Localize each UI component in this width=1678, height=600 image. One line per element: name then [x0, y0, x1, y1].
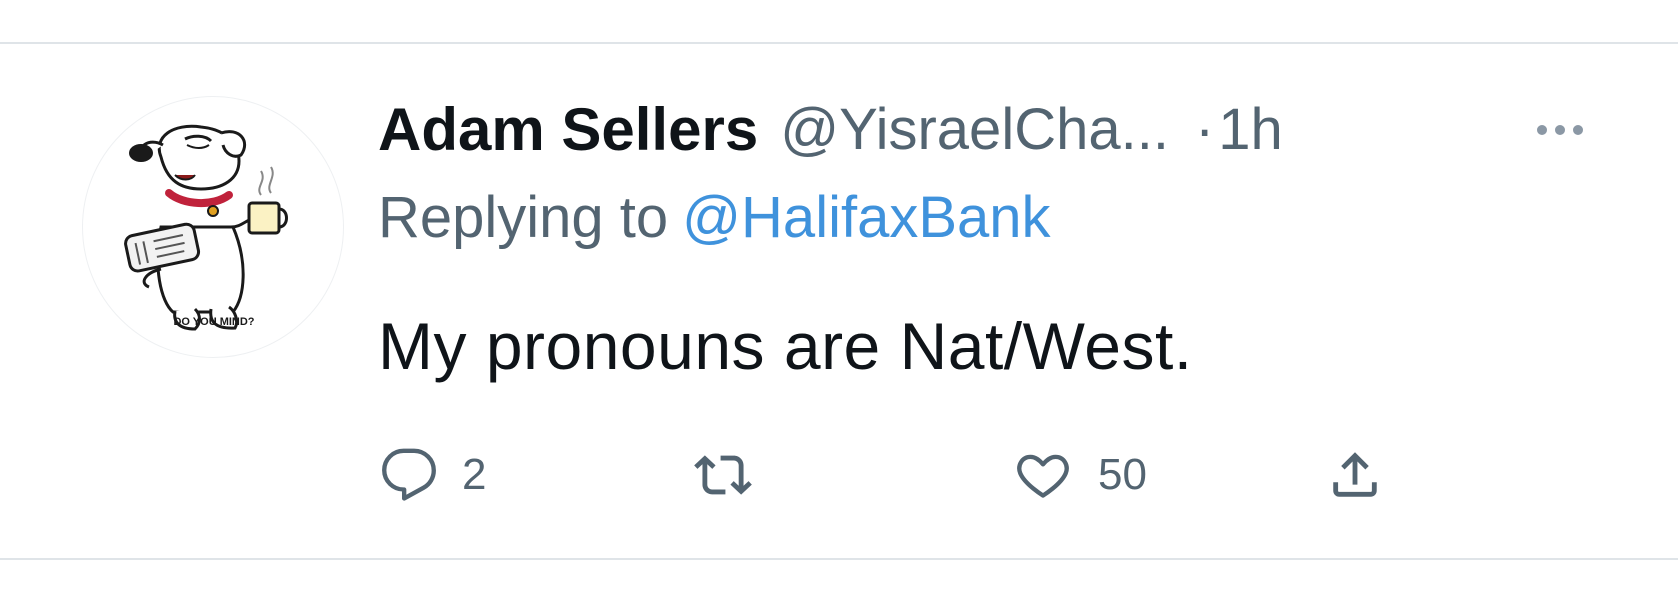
replying-to-label: Replying to — [378, 185, 669, 250]
heart-icon — [1017, 454, 1069, 498]
ellipsis-icon — [1537, 125, 1583, 135]
author-handle[interactable]: @YisraelCha... — [780, 96, 1169, 163]
upload-arrow-icon — [1333, 452, 1377, 497]
replying-to-link[interactable]: @HalifaxBank — [682, 185, 1050, 250]
reply-count: 2 — [462, 450, 487, 499]
author-display-name[interactable]: Adam Sellers — [378, 95, 758, 164]
tweet-text: My pronouns are Nat/West. — [378, 309, 1193, 383]
tweet[interactable]: DO YOU MIND? Adam Sellers @YisraelCha...… — [0, 44, 1678, 558]
dog-avatar-illustration: DO YOU MIND? — [124, 124, 288, 331]
tweet-timestamp[interactable]: 1h — [1218, 96, 1283, 163]
retweet-button[interactable] — [692, 440, 778, 510]
more-options-button[interactable] — [1532, 110, 1592, 150]
like-count: 50 — [1098, 450, 1147, 499]
share-button[interactable] — [1326, 440, 1384, 510]
like-button[interactable]: 50 — [1012, 440, 1147, 510]
bottom-divider — [0, 558, 1678, 560]
header-separator: · — [1194, 96, 1215, 162]
retweet-arrows-icon — [694, 455, 752, 495]
avatar-caption: DO YOU MIND? — [173, 316, 254, 328]
avatar[interactable]: DO YOU MIND? — [82, 96, 344, 358]
speech-bubble-icon — [382, 448, 436, 501]
reply-button[interactable]: 2 — [380, 440, 486, 510]
tweet-header: Adam Sellers @YisraelCha... · 1h — [378, 88, 1283, 170]
replying-to-line: Replying to @HalifaxBank — [378, 184, 1051, 251]
